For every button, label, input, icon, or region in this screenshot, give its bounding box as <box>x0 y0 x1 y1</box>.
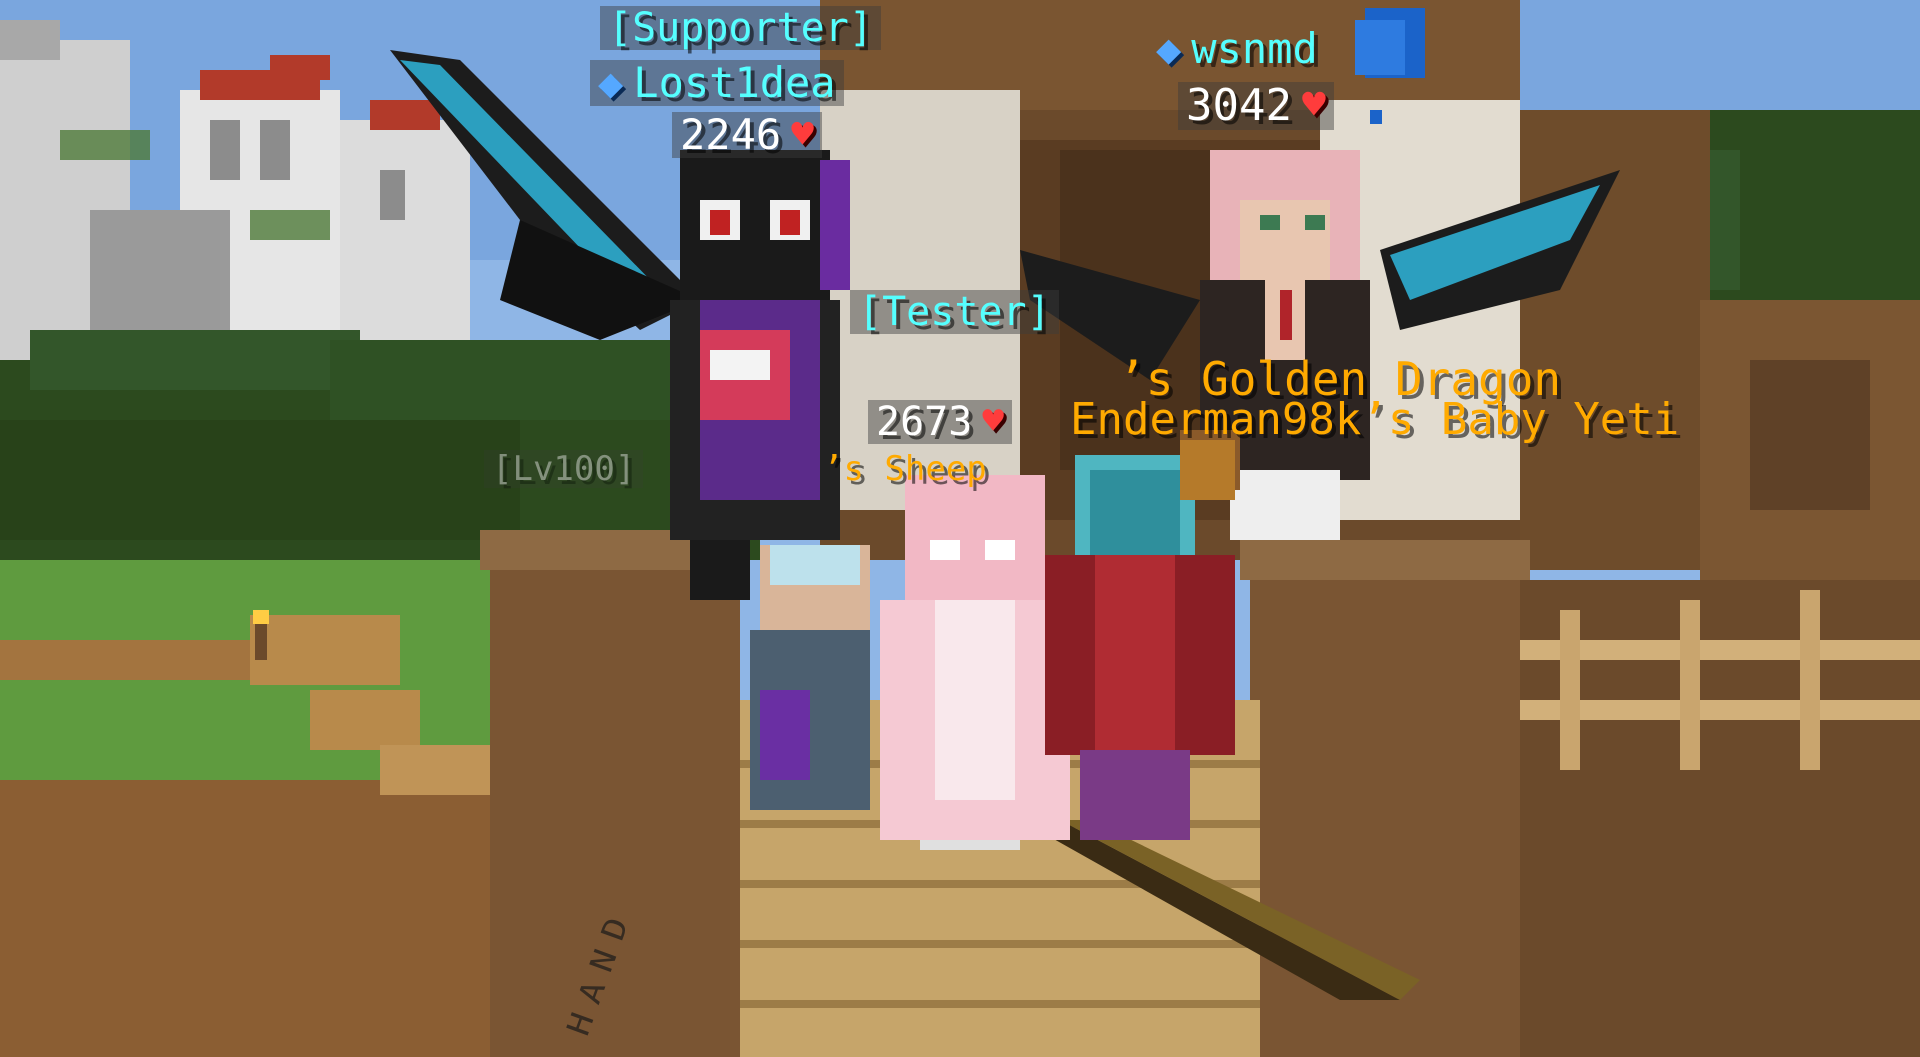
heart-icon: ♥ <box>1301 82 1326 129</box>
wsnmd-health-tag: 3042 ♥ <box>1178 82 1334 130</box>
lost1dea-health-value: 2246 <box>680 110 782 159</box>
tester-health-value: 2673 <box>876 399 973 445</box>
player-pink-axolotl <box>880 475 1070 850</box>
torch <box>255 620 267 660</box>
wsnmd-name-tag: ◆ wsnmd <box>1148 26 1326 72</box>
diamond-icon: ◆ <box>598 58 624 107</box>
heart-icon: ♥ <box>791 112 814 157</box>
lost1dea-health-tag: 2246 ♥ <box>672 112 822 158</box>
game-scene: ᴴᴬᴺᴰ <box>0 0 1920 1057</box>
sheep-pet-tag: ’s Sheep <box>823 449 987 489</box>
wsnmd-name: wsnmd <box>1191 24 1318 73</box>
baby-yeti-pet-tag: Enderman98k’s Baby Yeti <box>1070 394 1680 445</box>
player-lost1dea <box>670 150 850 600</box>
supporter-rank-tag: [Supporter] <box>600 6 881 50</box>
sheep-level-tag: [Lv100] <box>484 450 644 488</box>
player-small-left <box>750 545 870 810</box>
wsnmd-health-value: 3042 <box>1186 80 1292 131</box>
tester-health-tag: 2673 ♥ <box>868 399 1013 445</box>
lost1dea-name-tag: ◆ Lost1dea <box>590 60 844 106</box>
tester-rank-tag: [Tester] <box>850 290 1059 334</box>
lost1dea-name: Lost1dea <box>633 58 836 107</box>
diamond-icon: ◆ <box>1156 24 1182 73</box>
heart-icon: ♥ <box>982 401 1005 442</box>
